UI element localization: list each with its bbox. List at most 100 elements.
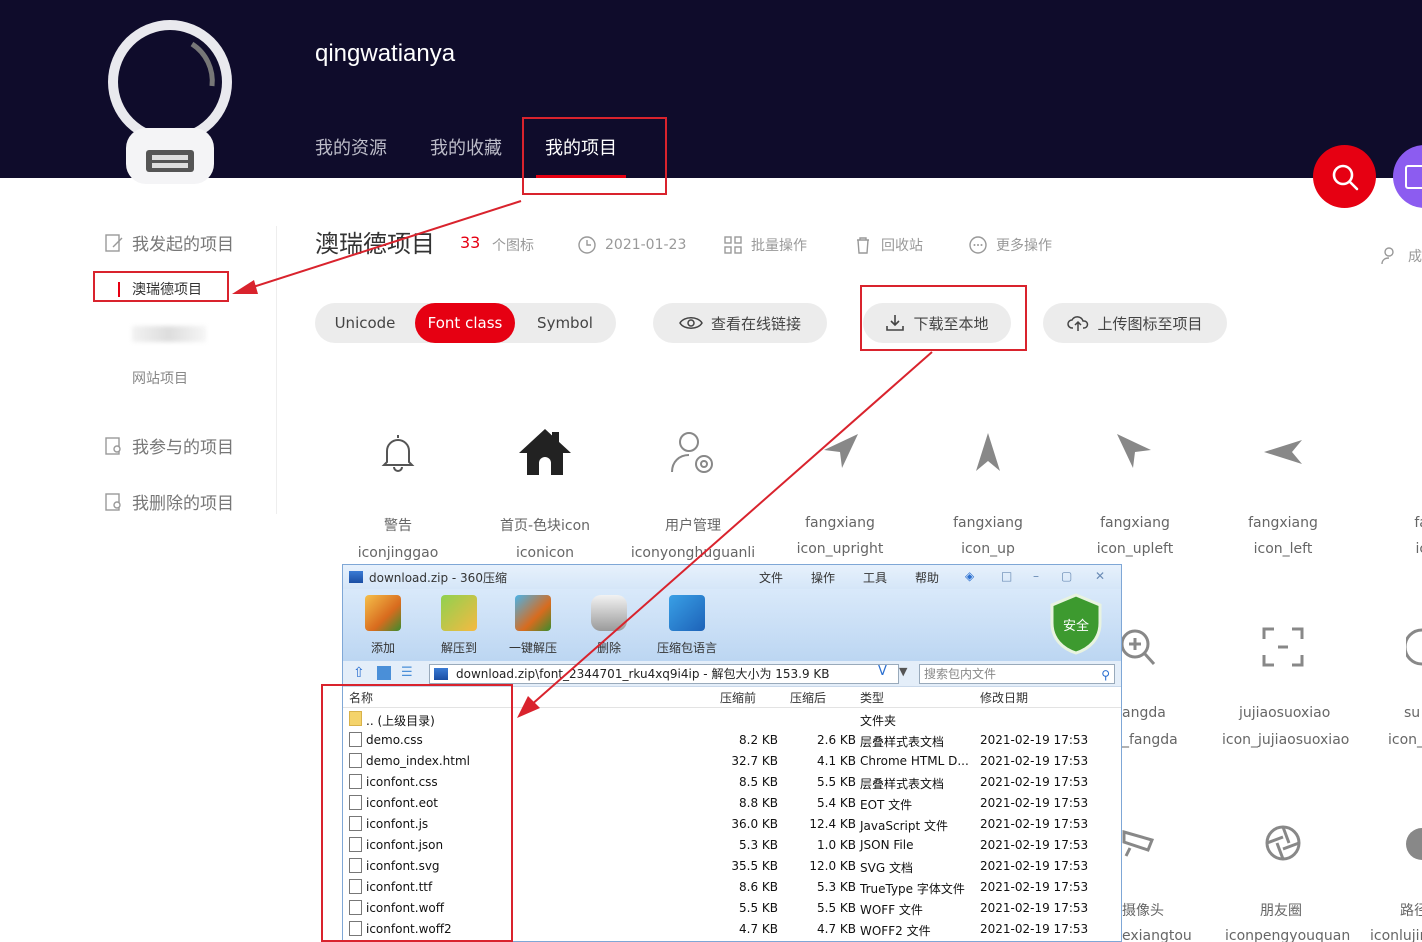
zip-path-field[interactable]: download.zip\font_2344701_rku4xq9i4ip - … (429, 664, 899, 684)
user-icon (1381, 247, 1394, 265)
archive-language-button[interactable]: 压缩包语言 (647, 595, 727, 656)
file-type: 层叠样式表文档 (860, 735, 945, 749)
icon-card[interactable]: fangxiang icon_upright (766, 420, 914, 557)
more-ops-button[interactable]: 更多操作 (968, 235, 1052, 255)
sidebar-divider (276, 226, 277, 514)
astronaut-avatar[interactable] (104, 16, 236, 184)
recycle-bin-label: 回收站 (881, 238, 923, 254)
file-date: 2021-02-19 17:53 (980, 733, 1089, 747)
one-click-extract-button[interactable]: 一键解压 (497, 595, 569, 656)
annotation-box-project (93, 271, 229, 302)
archive-language-label: 压缩包语言 (656, 641, 717, 655)
recycle-bin-button[interactable]: 回收站 (853, 235, 923, 255)
tab-my-resources[interactable]: 我的资源 (315, 134, 387, 160)
annotation-box-my-projects (522, 117, 667, 195)
mode-symbol[interactable]: Symbol (515, 303, 615, 343)
icon-card[interactable]: fangxiang icon_upleft (1061, 420, 1209, 557)
view-list-icon[interactable]: ☰ (401, 665, 413, 680)
file-size-after: 1.0 KB (817, 838, 856, 852)
icon-code: icon (1415, 541, 1422, 557)
file-date: 2021-02-19 17:53 (980, 838, 1089, 852)
sidebar-started-projects[interactable]: 我发起的项目 (104, 230, 234, 255)
file-type: JSON File (860, 838, 914, 852)
members-label: 成 (1408, 249, 1422, 265)
zip-search-input[interactable]: 搜索包内文件 ⚲ (919, 664, 1115, 684)
col-before[interactable]: 压缩前 (720, 689, 756, 706)
members-button[interactable]: 成 (1380, 246, 1422, 266)
zip-menu-tools[interactable]: 工具 (863, 569, 887, 586)
icon-name: fang (1414, 515, 1422, 531)
icon-card[interactable]: fangxiang icon_up (914, 420, 1062, 557)
search-button[interactable] (1313, 145, 1376, 208)
sidebar-item-website[interactable]: 网站项目 (132, 368, 188, 388)
zip-titlebar: download.zip - 360压缩 文件 操作 工具 帮助 ◈ □ – ▢… (343, 565, 1121, 589)
delete-button[interactable]: 删除 (573, 595, 645, 656)
file-size-after: 12.4 KB (809, 817, 856, 831)
cloud-upload-icon (1067, 316, 1089, 331)
icon-code: _fangda (1122, 732, 1178, 748)
aperture-icon[interactable] (1264, 824, 1302, 862)
zip-menu-operate[interactable]: 操作 (811, 569, 835, 586)
file-type: WOFF 文件 (860, 903, 923, 917)
sidebar-deleted-projects[interactable]: 我删除的项目 (104, 489, 234, 514)
file-type: WOFF2 文件 (860, 924, 931, 938)
file-type: JavaScript 文件 (860, 819, 948, 833)
view-online-link-button[interactable]: 查看在线链接 (653, 303, 827, 343)
location-pin-icon[interactable] (1402, 826, 1422, 864)
zip-menu-help[interactable]: 帮助 (915, 569, 939, 586)
icon-card[interactable]: 用户管理 iconyonghuguanli (619, 420, 767, 561)
icon-name: su (1404, 705, 1421, 721)
icon-card[interactable]: 警告 iconjinggao (324, 420, 472, 561)
zoom-in-icon[interactable] (1118, 626, 1158, 668)
add-button[interactable]: 添加 (347, 595, 419, 656)
icon-name: fangxiang (953, 515, 1023, 531)
close-icon[interactable]: ✕ (1095, 569, 1105, 583)
view-grid-icon[interactable] (377, 666, 391, 680)
file-size-before: 8.5 KB (739, 775, 778, 789)
file-date: 2021-02-19 17:53 (980, 880, 1089, 894)
grid-icon (724, 236, 742, 254)
icon-count: 33 (460, 233, 481, 252)
doc-search-icon (105, 436, 121, 455)
icon-code: icon_up (961, 541, 1015, 557)
chevron-down-icon[interactable]: ▼ (899, 665, 907, 678)
file-size-after: 4.7 KB (817, 922, 856, 936)
file-size-before: 5.5 KB (739, 901, 778, 915)
extract-to-button[interactable]: 解压到 (423, 595, 495, 656)
file-date: 2021-02-19 17:53 (980, 817, 1089, 831)
file-size-before: 35.5 KB (731, 859, 778, 873)
col-date[interactable]: 修改日期 (980, 689, 1028, 706)
up-arrow-icon[interactable]: ⇧ (353, 665, 365, 681)
search-icon[interactable]: ⚲ (1101, 666, 1110, 684)
partial-circle-icon[interactable] (1406, 627, 1422, 667)
zip-menu-file[interactable]: 文件 (759, 569, 783, 586)
mode-unicode[interactable]: Unicode (315, 303, 415, 343)
top-header: qingwatianya 我的资源 我的收藏 我的项目 (0, 0, 1422, 184)
path-dropdown-icon[interactable]: V (878, 664, 887, 679)
minimize-icon[interactable]: – (1033, 569, 1039, 583)
skin-icon[interactable]: ◈ (965, 569, 974, 583)
zip-path-text: download.zip\font_2344701_rku4xq9i4ip - … (456, 667, 830, 681)
icon-card[interactable]: fang icon (1356, 420, 1422, 557)
icon-card[interactable]: fangxiang icon_left (1209, 420, 1357, 557)
feedback-icon[interactable]: □ (1001, 569, 1012, 583)
file-size-after: 5.5 KB (817, 775, 856, 789)
upload-icons-button[interactable]: 上传图标至项目 (1043, 303, 1227, 343)
col-type[interactable]: 类型 (860, 689, 884, 706)
maximize-icon[interactable]: ▢ (1061, 569, 1072, 583)
icon-code: iconicon (515, 545, 575, 561)
arrow-partial-icon (1410, 432, 1422, 472)
batch-ops-label: 批量操作 (751, 238, 807, 254)
tab-my-favorites[interactable]: 我的收藏 (430, 134, 502, 160)
icon-card[interactable]: 首页-色块icon iconicon (471, 420, 619, 561)
icon-count-unit: 个图标 (492, 238, 534, 254)
arrow-left-icon (1264, 440, 1302, 464)
batch-ops-button[interactable]: 批量操作 (723, 235, 807, 255)
col-after[interactable]: 压缩后 (790, 689, 826, 706)
camera-icon[interactable] (1122, 826, 1156, 858)
sidebar-joined-projects[interactable]: 我参与的项目 (104, 433, 234, 458)
focus-shrink-icon[interactable] (1262, 627, 1304, 667)
mode-font-class[interactable]: Font class (415, 303, 515, 343)
zip-app-icon (349, 571, 363, 583)
security-shield-icon[interactable]: 安全 (1048, 593, 1104, 655)
